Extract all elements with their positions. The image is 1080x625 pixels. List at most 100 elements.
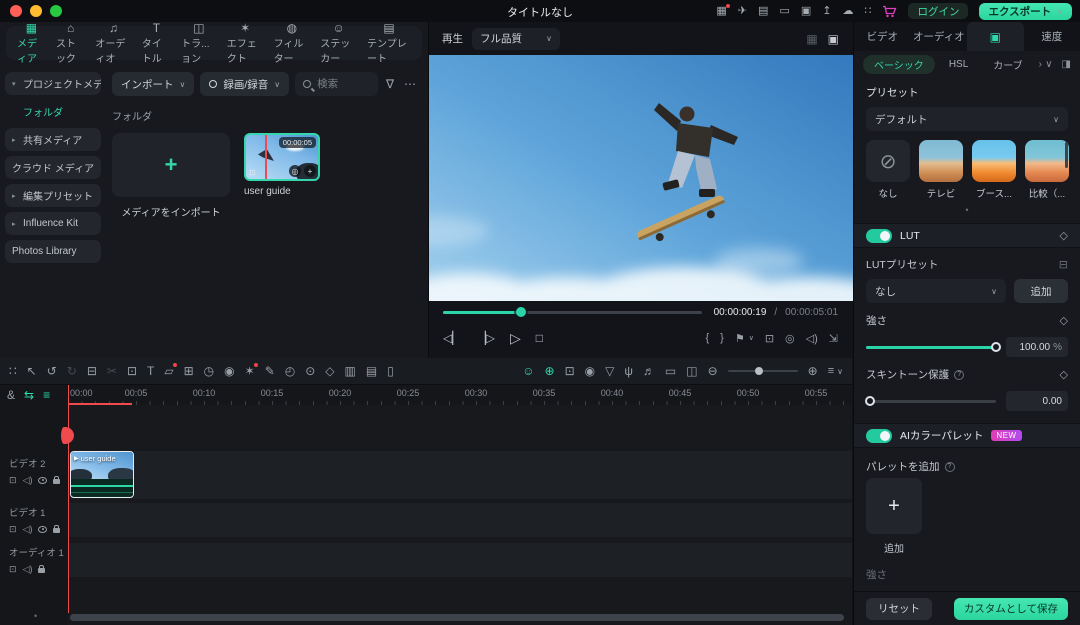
clip-fix-icon[interactable]: ⊡ — [249, 168, 256, 177]
mic-icon[interactable]: ψ — [624, 365, 633, 377]
playhead[interactable] — [68, 385, 69, 613]
timeline-zoom-slider[interactable] — [728, 370, 798, 372]
filter-icon[interactable]: ∇ — [384, 77, 396, 91]
expand-chevron-icon[interactable]: ∨ — [1045, 59, 1052, 70]
lut-skin-value[interactable]: 0.00 — [1006, 391, 1068, 411]
apps-icon[interactable]: ∷ — [864, 6, 871, 17]
help-icon[interactable]: ? — [954, 370, 964, 380]
text-icon[interactable]: T — [147, 365, 154, 377]
subtab-hsl[interactable]: HSL — [938, 55, 979, 74]
scene-view-icon[interactable]: ▣ — [828, 32, 839, 46]
ai-tools-icon[interactable]: ✶ — [245, 365, 255, 377]
strength-keyframe-icon[interactable]: ◇ — [1060, 314, 1068, 327]
track-lock-icon[interactable] — [53, 528, 60, 533]
save-icon[interactable]: ▣ — [801, 6, 811, 17]
delete-icon[interactable]: ⊟ — [87, 365, 97, 377]
tab-speed[interactable]: 速度 — [1024, 22, 1080, 51]
save-as-custom-button[interactable]: カスタムとして保存 — [954, 598, 1068, 620]
track-visibility-icon[interactable] — [38, 526, 47, 533]
trash-icon[interactable]: ⊟ — [1059, 258, 1068, 271]
subtabs-scroll-chevron[interactable]: › — [1039, 59, 1042, 70]
previous-frame-button[interactable]: ◁▏ — [443, 331, 461, 345]
preset-boost[interactable]: ブース... — [972, 140, 1016, 200]
tab-stickers[interactable]: ☺ ステッカー — [315, 26, 362, 60]
mirror-display-button[interactable]: ⊡ — [765, 332, 774, 345]
tab-video[interactable]: ビデオ — [854, 22, 911, 51]
slider-handle[interactable] — [865, 396, 875, 406]
presets-pager-dot[interactable]: • — [866, 205, 1068, 215]
snapshot-button[interactable]: ◎ — [785, 332, 795, 345]
sync-icon[interactable]: ☁ — [842, 6, 853, 17]
subtab-curves[interactable]: カーブ — [982, 55, 1033, 74]
screen-record-icon[interactable]: ◉ — [585, 365, 595, 377]
render-icon[interactable]: ▥ — [345, 365, 356, 377]
mask-icon[interactable]: ▱ — [164, 365, 173, 377]
media-clip-card[interactable]: 00:00:05 ⊡ ◎ + user guide — [244, 133, 320, 219]
tab-titles[interactable]: T タイトル — [137, 26, 176, 60]
lut-add-button[interactable]: 追加 — [1014, 279, 1068, 303]
track-mute-icon[interactable]: ◁) — [23, 475, 33, 486]
media-clip-thumbnail[interactable]: 00:00:05 ⊡ ◎ + — [244, 133, 320, 181]
play-button[interactable]: ▷ — [510, 330, 521, 347]
tab-templates[interactable]: ▤ テンプレート — [362, 26, 416, 60]
display-icon[interactable]: ▭ — [779, 6, 789, 17]
compare-icon[interactable]: ◨ — [1062, 59, 1071, 70]
tab-audio[interactable]: オーディオ — [911, 22, 968, 51]
track-mute-icon[interactable]: ◁) — [23, 524, 33, 535]
zoom-out-icon[interactable]: ⊖ — [708, 365, 718, 377]
sidebar-item-folder[interactable]: フォルダ — [5, 100, 101, 123]
quality-dropdown[interactable]: フル品質 ∨ — [472, 28, 560, 50]
marker-flag-button[interactable]: ⚑ — [735, 332, 745, 345]
timeline-clip[interactable]: ▶ user guide — [70, 451, 134, 498]
track-media-icon[interactable]: ⊡ — [9, 564, 17, 575]
marker-chevron-icon[interactable]: ∨ — [749, 334, 754, 342]
snap-icon[interactable]: & — [7, 389, 15, 401]
preset-tv[interactable]: テレビ — [919, 140, 963, 200]
palette-add-tile[interactable]: + — [866, 478, 922, 534]
track-manager-button[interactable]: ≡ ∨ — [828, 365, 843, 377]
track-media-icon[interactable]: ⊡ — [9, 524, 17, 535]
playback-handle[interactable] — [516, 307, 526, 317]
presets-scrollbar[interactable] — [1065, 142, 1068, 168]
share-icon[interactable]: ✈ — [738, 6, 747, 17]
select-tool-icon[interactable]: ↖ — [27, 365, 37, 377]
volume-button[interactable]: ◁) — [806, 332, 818, 345]
crop-icon[interactable]: ⊡ — [127, 365, 137, 377]
beat-detect-icon[interactable]: ⊕ — [545, 365, 555, 377]
tab-color[interactable]: ▣ — [967, 22, 1024, 51]
preset-dropdown[interactable]: デフォルト ∨ — [866, 107, 1068, 131]
tab-filters[interactable]: ◍ フィルター — [269, 26, 316, 60]
tab-effects[interactable]: ✶ エフェクト — [222, 26, 269, 60]
sidebar-item-influence-kit[interactable]: ▸ Influence Kit — [5, 212, 101, 235]
track-mute-icon[interactable]: ◁) — [23, 564, 33, 575]
track-lane-video2[interactable] — [68, 451, 852, 499]
tab-stock[interactable]: ⌂ ストック — [51, 26, 90, 60]
next-frame-button[interactable]: ▕▷ — [476, 331, 494, 345]
sidebar-item-project-media[interactable]: ▾ プロジェクトメデ... — [5, 72, 101, 95]
lut-strength-slider[interactable] — [866, 346, 996, 349]
search-input[interactable] — [317, 78, 370, 90]
zoom-in-icon[interactable]: ⊕ — [808, 365, 818, 377]
upload-icon[interactable]: ↥ — [822, 6, 831, 17]
clip-add-icon[interactable]: + — [304, 165, 316, 177]
duration-icon[interactable]: ◴ — [285, 365, 295, 377]
preset-compare[interactable]: 比較（... — [1025, 140, 1069, 200]
split-icon[interactable]: ✂ — [107, 365, 117, 377]
record-button[interactable]: 録画/録音 ∨ — [200, 72, 289, 96]
sidebar-item-shared-media[interactable]: ▸ 共有メディア — [5, 128, 101, 151]
track-lane-video1[interactable] — [68, 503, 852, 537]
schedule-icon[interactable]: ▤ — [758, 6, 768, 17]
sticker-quick-icon[interactable]: ☺ — [522, 365, 534, 377]
sidebar-item-photos-library[interactable]: Photos Library — [5, 240, 101, 263]
preset-none[interactable]: ⊘ なし — [866, 140, 910, 200]
mark-in-button[interactable]: { — [705, 332, 709, 344]
sidebar-item-edit-presets[interactable]: ▸ 編集プリセット — [5, 184, 101, 207]
track-lock-icon[interactable] — [38, 568, 45, 573]
timeline-horizontal-scrollbar[interactable] — [70, 614, 844, 621]
undo-icon[interactable]: ↺ — [47, 365, 57, 377]
preview-video[interactable] — [429, 55, 853, 301]
speed-icon[interactable]: ◷ — [204, 365, 214, 377]
lut-preset-dropdown[interactable]: なし ∨ — [866, 279, 1006, 303]
skin-keyframe-icon[interactable]: ◇ — [1060, 368, 1068, 381]
track-lane-audio1[interactable] — [68, 543, 852, 577]
